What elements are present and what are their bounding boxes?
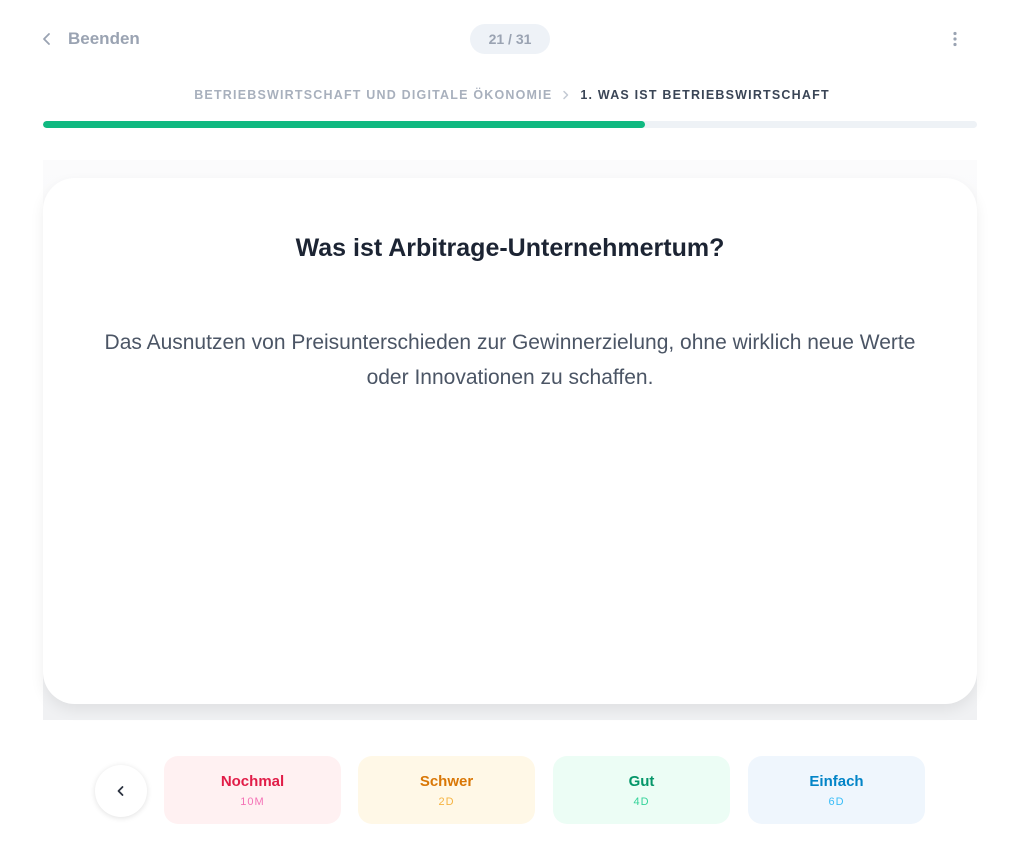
rate-again-button[interactable]: Nochmal 10M bbox=[164, 756, 341, 824]
progress-bar bbox=[43, 121, 977, 128]
progress-fill bbox=[43, 121, 646, 128]
chevron-left-icon bbox=[43, 33, 50, 45]
chevron-left-icon bbox=[117, 786, 124, 796]
card-counter: 21 / 31 bbox=[470, 24, 550, 54]
card-answer: Das Ausnutzen von Preisunterschieden zur… bbox=[104, 331, 916, 389]
breadcrumb-parent[interactable]: BETRIEBSWIRTSCHAFT UND DIGITALE ÖKONOMIE bbox=[194, 88, 552, 102]
more-vertical-icon bbox=[953, 31, 957, 47]
card-question: Was ist Arbitrage-Unternehmertum? bbox=[295, 234, 725, 262]
rate-good-interval: 4D bbox=[633, 795, 650, 808]
top-bar: Beenden 21 / 31 bbox=[0, 0, 1024, 78]
chevron-right-icon bbox=[562, 90, 570, 100]
rate-hard-button[interactable]: Schwer 2D bbox=[358, 756, 535, 824]
previous-card-button[interactable] bbox=[95, 765, 147, 817]
more-options-button[interactable] bbox=[942, 26, 968, 52]
flashcard[interactable]: Was ist Arbitrage-Unternehmertum? Das Au… bbox=[43, 178, 977, 704]
rate-easy-label: Einfach bbox=[809, 772, 864, 790]
rate-easy-button[interactable]: Einfach 6D bbox=[748, 756, 925, 824]
rate-again-label: Nochmal bbox=[220, 772, 285, 790]
rate-again-interval: 10M bbox=[240, 795, 265, 808]
rate-easy-interval: 6D bbox=[828, 795, 845, 808]
breadcrumb-current: 1. WAS IST BETRIEBSWIRTSCHAFT bbox=[580, 88, 830, 102]
rate-hard-label: Schwer bbox=[419, 772, 474, 790]
quit-button[interactable]: Beenden bbox=[40, 24, 140, 54]
rate-good-label: Gut bbox=[628, 772, 655, 790]
flashcard-review-page: Beenden 21 / 31 BETRIEBSWIRTSCHAFT UND D… bbox=[0, 0, 1024, 853]
rate-hard-interval: 2D bbox=[438, 795, 455, 808]
quit-label: Beenden bbox=[68, 29, 140, 48]
rate-good-button[interactable]: Gut 4D bbox=[553, 756, 730, 824]
breadcrumb: BETRIEBSWIRTSCHAFT UND DIGITALE ÖKONOMIE… bbox=[0, 86, 1024, 104]
